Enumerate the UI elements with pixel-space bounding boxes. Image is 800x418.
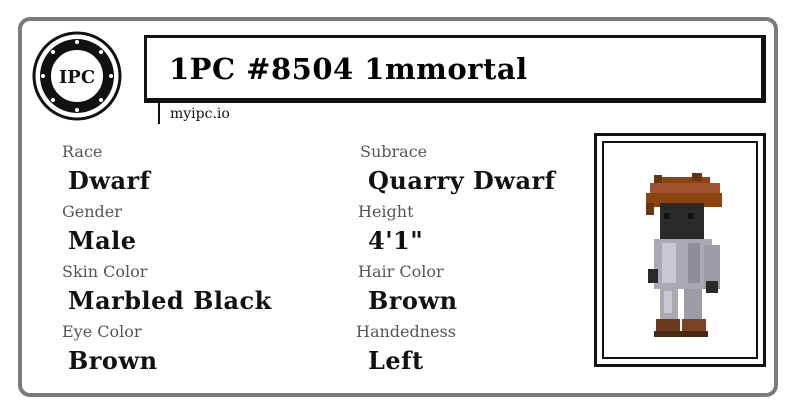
subrace-label: Subrace <box>360 142 428 161</box>
site-label: myipc.io <box>158 100 298 124</box>
skin-color-value: Marbled Black <box>68 286 272 315</box>
card-title: 1PC #8504 1mmortal <box>169 52 528 86</box>
subrace-value: Quarry Dwarf <box>368 166 556 195</box>
race-label: Race <box>62 142 103 161</box>
ipc-seal-icon: IPC <box>32 31 122 121</box>
portrait-frame <box>594 133 766 367</box>
skin-color-label: Skin Color <box>62 262 148 281</box>
dwarf-character-sprite <box>646 173 722 337</box>
hair-color-value: Brown <box>368 286 458 315</box>
title-box: 1PC #8504 1mmortal <box>144 35 766 103</box>
portrait-inner-frame <box>602 141 758 359</box>
handedness-label: Handedness <box>356 322 456 341</box>
handedness-value: Left <box>368 346 424 375</box>
height-label: Height <box>358 202 414 221</box>
eye-color-label: Eye Color <box>62 322 142 341</box>
hair-color-label: Hair Color <box>358 262 444 281</box>
race-value: Dwarf <box>68 166 151 195</box>
logo-text: IPC <box>59 67 95 88</box>
height-value: 4'1" <box>368 226 424 255</box>
eye-color-value: Brown <box>68 346 158 375</box>
gender-value: Male <box>68 226 137 255</box>
gender-label: Gender <box>62 202 122 221</box>
